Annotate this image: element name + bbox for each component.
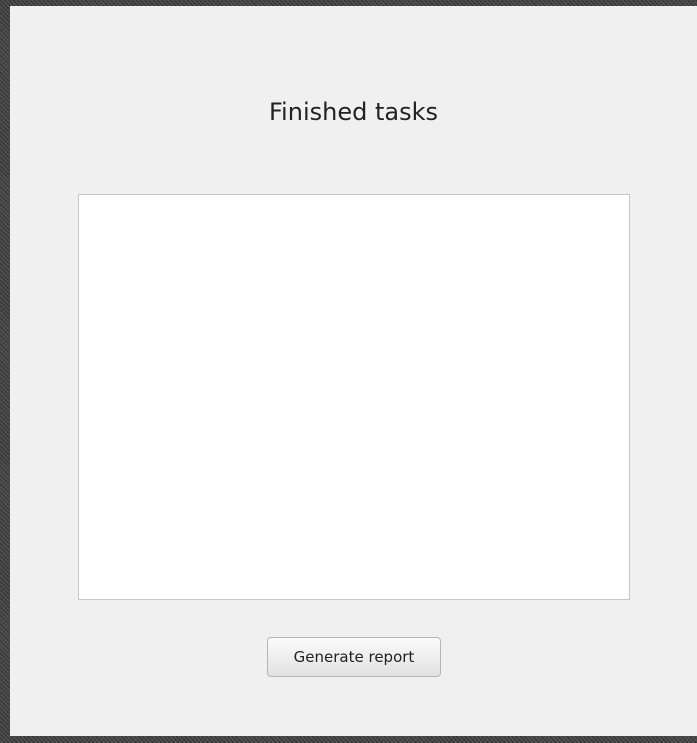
finished-tasks-list[interactable] [78,194,630,600]
generate-report-button[interactable]: Generate report [267,637,441,677]
desktop-frame: Finished tasks Generate report [0,0,697,743]
finished-tasks-window: Finished tasks Generate report [10,6,697,736]
page-title: Finished tasks [269,98,438,126]
